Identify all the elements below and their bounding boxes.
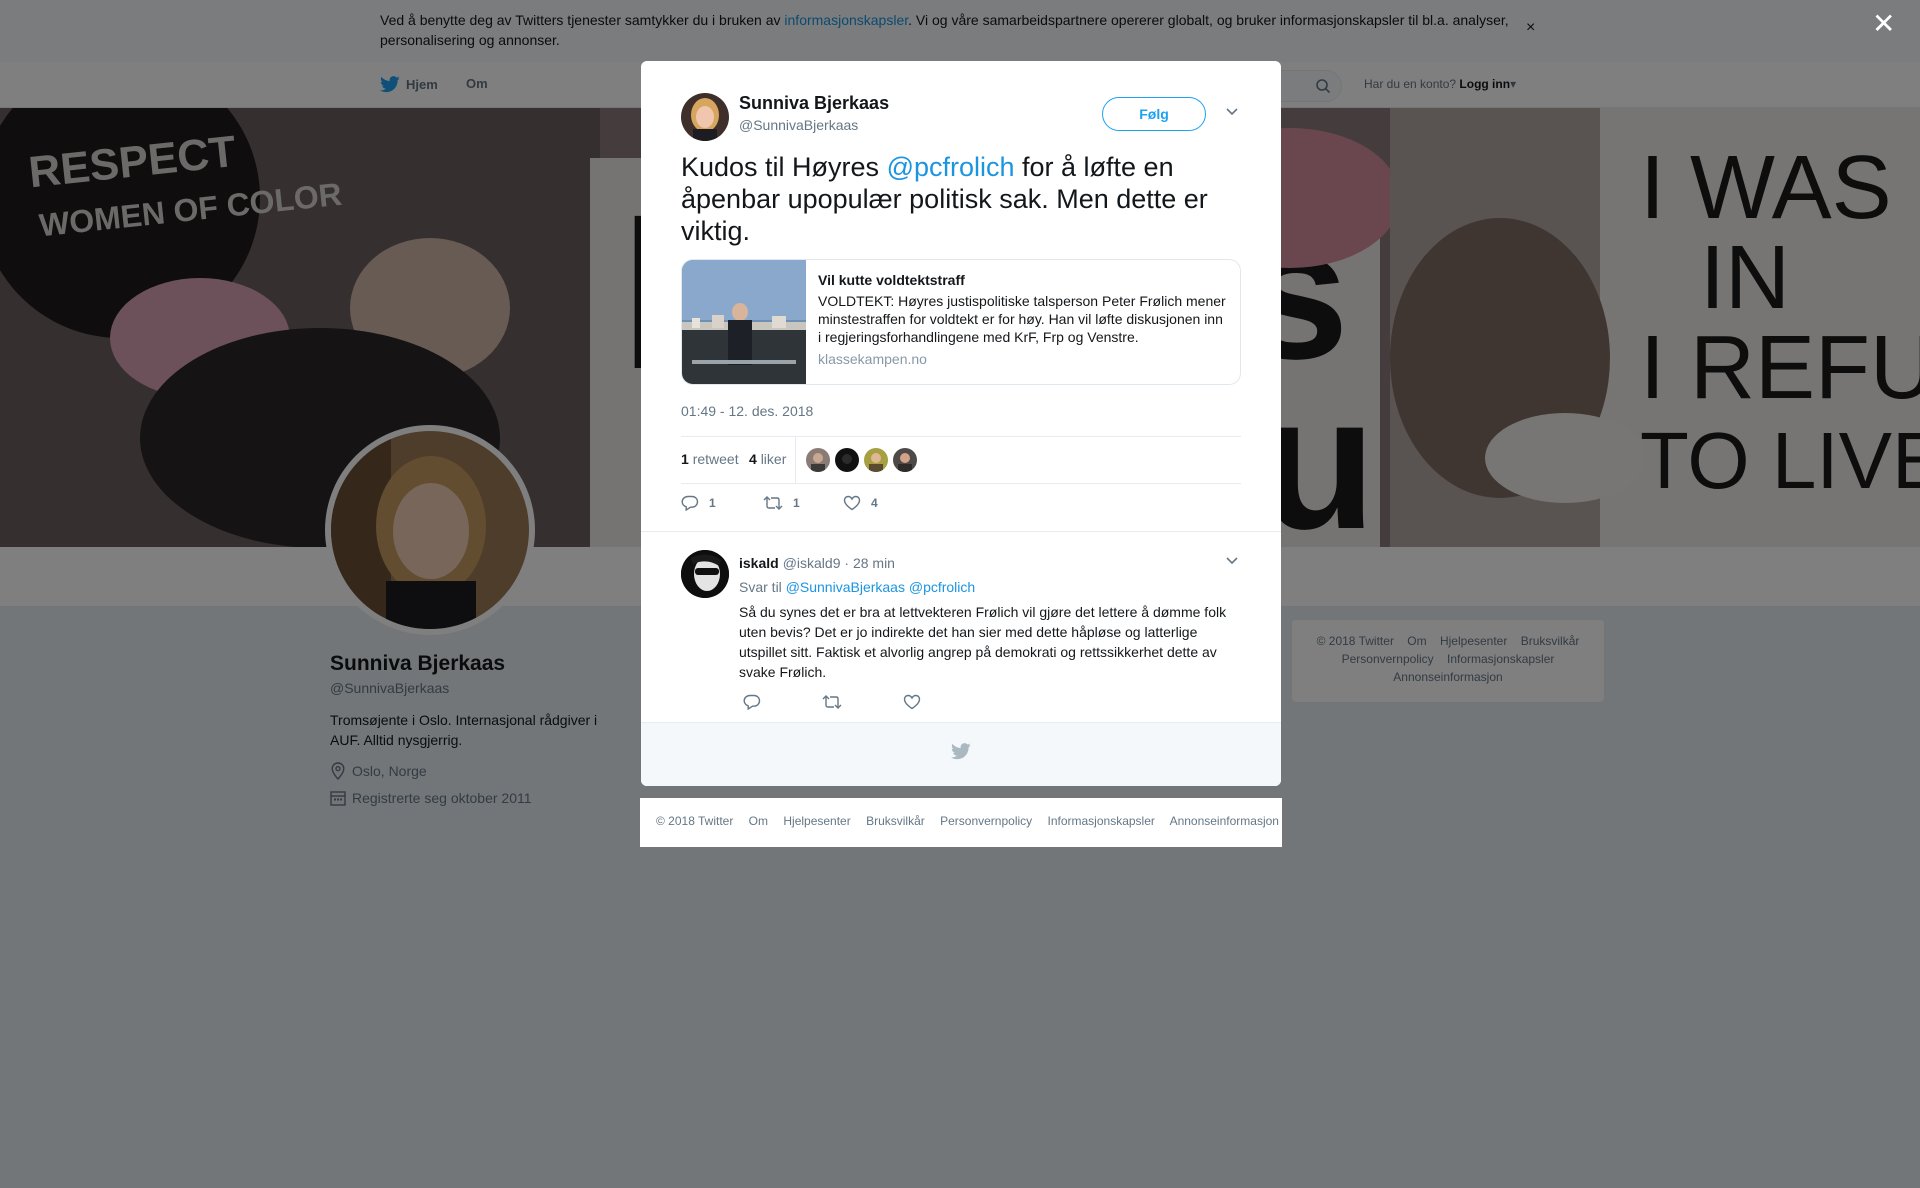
reply-author-name[interactable]: iskald [739, 555, 779, 571]
retweet-icon[interactable] [822, 694, 842, 710]
retweets-count: 1 [681, 451, 689, 467]
reply-to-line: Svar til @SunnivaBjerkaas @pcfrolich [739, 579, 975, 595]
tweet-mention-link[interactable]: @pcfrolich [887, 152, 1015, 182]
twitter-bird-icon [951, 743, 971, 760]
liker-avatar[interactable] [864, 448, 888, 472]
heart-icon [843, 495, 861, 511]
like-count: 4 [871, 496, 878, 510]
tweet-stats: 1 retweet 4 liker [681, 436, 1241, 484]
card-domain: klassekampen.no [818, 351, 927, 367]
reply-text: Så du synes det er bra at lettvekteren F… [739, 604, 1227, 680]
card-description: VOLDTEKT: Høyres justispolitiske talsper… [818, 293, 1226, 345]
likes-count: 4 [749, 451, 757, 467]
close-icon[interactable]: ✕ [1872, 10, 1895, 38]
modal-bottom-footer: © 2018 Twitter Om Hjelpesenter Bruksvilk… [640, 798, 1282, 847]
footer-link-about[interactable]: Om [749, 814, 768, 828]
footer-link-cookies[interactable]: Informasjonskapsler [1048, 814, 1155, 828]
chevron-down-icon[interactable] [1225, 556, 1239, 566]
footer-link-privacy[interactable]: Personvernpolicy [940, 814, 1032, 828]
reply-button[interactable]: 1 [681, 495, 716, 511]
card-thumbnail [682, 260, 806, 384]
footer-link-ads[interactable]: Annonseinformasjon [1170, 814, 1279, 828]
footer-link-help[interactable]: Hjelpesenter [783, 814, 850, 828]
tweet-author-handle[interactable]: @SunnivaBjerkaas [739, 117, 858, 133]
reply-author-photo [681, 550, 729, 598]
liker-avatar[interactable] [806, 448, 830, 472]
likes-stat[interactable]: 4 liker [749, 451, 786, 467]
tweet-actions: 1 1 4 [681, 495, 981, 517]
reply-time[interactable]: · 28 min [844, 555, 895, 571]
follow-button[interactable]: Følg [1102, 97, 1206, 131]
liker-avatar[interactable] [835, 448, 859, 472]
liker-avatars [806, 448, 917, 472]
reply-header: iskald @iskald9 · 28 min [739, 555, 895, 571]
footer-copyright: © 2018 Twitter [656, 814, 734, 828]
retweet-count: 1 [793, 496, 800, 510]
retweet-icon [763, 496, 783, 510]
footer-link-terms[interactable]: Bruksvilkår [866, 814, 925, 828]
likes-label: liker [760, 451, 787, 467]
chevron-down-icon[interactable] [1225, 107, 1239, 117]
link-preview-card[interactable]: Vil kutte voldtektstraff VOLDTEKT: Høyre… [681, 259, 1241, 385]
tweet-author-avatar[interactable] [681, 93, 729, 141]
tweet-modal: Sunniva Bjerkaas @SunnivaBjerkaas Følg K… [641, 61, 1281, 786]
tweet-text: Kudos til Høyres @pcfrolich for å løfte … [681, 151, 1241, 247]
reply-author-avatar[interactable] [681, 550, 729, 598]
reply-to-label: Svar til [739, 579, 786, 595]
like-button[interactable]: 4 [843, 495, 878, 511]
card-title: Vil kutte voldtektstraff [818, 272, 965, 288]
retweets-label: retweet [692, 451, 739, 467]
stats-divider [795, 437, 796, 483]
retweet-button[interactable]: 1 [763, 495, 800, 511]
reply-to-mentions[interactable]: @SunnivaBjerkaas @pcfrolich [786, 579, 976, 595]
liker-avatar[interactable] [893, 448, 917, 472]
reply-count: 1 [709, 496, 716, 510]
tweet-timestamp[interactable]: 01:49 - 12. des. 2018 [681, 403, 813, 419]
card-photo [682, 260, 806, 384]
tweet-author-name[interactable]: Sunniva Bjerkaas [739, 93, 889, 114]
tweet-text-start: Kudos til Høyres [681, 152, 887, 182]
reply-icon[interactable] [743, 694, 761, 710]
author-photo [681, 93, 729, 141]
reply-author-handle[interactable]: @iskald9 [783, 555, 841, 571]
reply-actions [739, 694, 939, 714]
retweets-stat[interactable]: 1 retweet [681, 451, 739, 467]
modal-footer [641, 722, 1281, 786]
heart-icon[interactable] [903, 694, 921, 710]
reply-icon [681, 495, 699, 511]
